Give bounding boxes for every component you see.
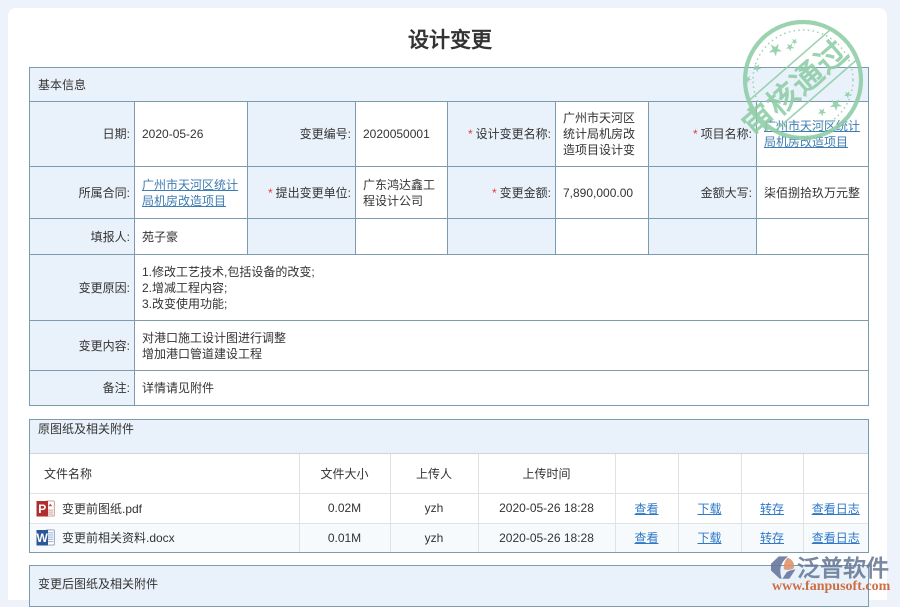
svg-text:泛普软件: 泛普软件 [797,555,889,581]
svg-text:www.fanpusoft.com: www.fanpusoft.com [772,579,891,594]
svg-text:P: P [38,502,46,516]
svg-text:W: W [37,531,49,545]
